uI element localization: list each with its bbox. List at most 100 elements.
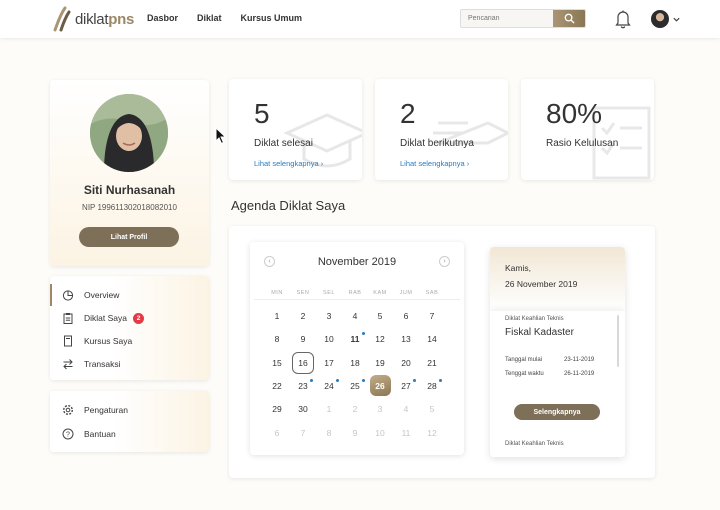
calendar-day[interactable]: 12 — [420, 424, 444, 442]
calendar-day[interactable]: 7 — [291, 424, 315, 442]
sidebar-item-label: Pengaturan — [84, 405, 128, 415]
nav-kursus-umum[interactable]: Kursus Umum — [241, 13, 303, 23]
calendar-day[interactable]: 22 — [265, 377, 289, 395]
stat-card-upcoming: 2 Diklat berikutnya Lihat selengkapnya › — [375, 79, 508, 180]
sidebar-item-label: Transaksi — [84, 359, 121, 369]
calendar-day[interactable]: 1 — [265, 307, 289, 325]
sidebar-item-overview[interactable]: Overview — [49, 284, 120, 306]
brand-logo[interactable]: diklatpns — [52, 6, 134, 32]
sidebar-item-pengaturan[interactable]: Pengaturan — [62, 404, 128, 416]
search-box — [460, 9, 586, 28]
profile-nip: NIP 199611302018082010 — [82, 203, 177, 212]
bell-icon[interactable] — [614, 9, 632, 29]
stat-value: 2 — [400, 98, 416, 129]
stat-label: Diklat selesai — [254, 138, 313, 149]
calendar-day[interactable]: 1 — [317, 400, 341, 418]
stat-label: Diklat berikutnya — [400, 138, 474, 149]
sidebar-item-diklat-saya[interactable]: Diklat Saya 2 — [62, 312, 144, 324]
sidebar-item-transaksi[interactable]: Transaksi — [62, 358, 121, 370]
stat-card-pass-rate: 80% Rasio Kelulusan — [521, 79, 654, 180]
help-icon: ? — [62, 428, 74, 440]
search-button[interactable] — [553, 10, 585, 27]
calendar-day[interactable]: 14 — [420, 330, 444, 348]
next-event-type: Diklat Keahlian Teknis — [505, 441, 564, 447]
event-card: Diklat Keahlian Teknis Fiskal Kadaster T… — [490, 311, 625, 457]
see-more-button[interactable]: Selengkapnya — [514, 404, 600, 420]
calendar-month: November 2019 — [317, 256, 397, 268]
stat-value: 5 — [254, 98, 270, 129]
weekday-label: MIN — [271, 290, 283, 296]
deadline-label: Tenggat waktu — [505, 371, 544, 377]
view-profile-button[interactable]: Lihat Profil — [79, 227, 179, 247]
calendar-day[interactable]: 21 — [420, 354, 444, 372]
event-dot — [362, 378, 365, 382]
calendar-day[interactable]: 12 — [368, 330, 392, 348]
calendar-day[interactable]: 10 — [368, 424, 392, 442]
weekday-label: RAB — [348, 290, 362, 296]
document-icon — [64, 335, 72, 347]
nav-diklat[interactable]: Diklat — [197, 13, 222, 23]
calendar-day[interactable]: 7 — [420, 307, 444, 325]
calendar-day[interactable]: 8 — [317, 424, 341, 442]
logo-text: diklatpns — [75, 10, 134, 28]
gear-icon — [62, 404, 74, 416]
selected-date: 26 November 2019 — [505, 279, 578, 289]
calendar-day[interactable]: 17 — [317, 354, 341, 372]
calendar-day[interactable]: 20 — [394, 354, 418, 372]
calendar-day[interactable]: 2 — [343, 400, 367, 418]
weekday-label: SEL — [323, 290, 335, 296]
calendar-day[interactable]: 9 — [343, 424, 367, 442]
calendar-day[interactable]: 15 — [265, 354, 289, 372]
calendar-day[interactable]: 3 — [317, 307, 341, 325]
calendar-day[interactable]: 10 — [317, 330, 341, 348]
sidebar-item-label: Kursus Saya — [84, 336, 133, 346]
stat-label: Rasio Kelulusan — [546, 138, 619, 149]
calendar-day[interactable]: 3 — [368, 400, 392, 418]
deadline-value: 26-11-2019 — [564, 371, 595, 377]
event-dot — [413, 378, 416, 382]
calendar-day[interactable]: 13 — [394, 330, 418, 348]
chevron-right-icon: › — [320, 159, 324, 168]
calendar-day[interactable]: 11 — [394, 424, 418, 442]
search-icon — [564, 13, 575, 24]
top-navbar: diklatpns Dasbor Diklat Kursus Umum — [0, 0, 720, 38]
calendar-day[interactable]: 5 — [420, 400, 444, 418]
sidebar-item-bantuan[interactable]: ? Bantuan — [62, 428, 116, 440]
see-more-link[interactable]: Lihat selengkapnya › — [400, 159, 469, 168]
calendar-day[interactable]: 6 — [265, 424, 289, 442]
svg-text:?: ? — [66, 432, 70, 439]
calendar-day[interactable]: 5 — [368, 307, 392, 325]
calendar-day[interactable]: 4 — [394, 400, 418, 418]
sidebar-item-label: Overview — [84, 290, 120, 300]
calendar-day[interactable]: 30 — [291, 400, 315, 418]
nav-dasbor[interactable]: Dasbor — [147, 13, 178, 23]
user-menu[interactable] — [651, 10, 681, 28]
sidebar-item-kursus-saya[interactable]: Kursus Saya — [62, 335, 132, 347]
settings-menu: Pengaturan ? Bantuan — [50, 391, 209, 452]
calendar-day[interactable]: 29 — [265, 400, 289, 418]
weekday-label: SAB — [425, 290, 439, 296]
calendar: ‹ November 2019 › MIN SEN SEL RAB KAM JUM SAB 1… — [250, 242, 464, 455]
search-input[interactable] — [461, 10, 553, 27]
stat-card-completed: 5 Diklat selesai Lihat selengkapnya › — [229, 79, 362, 180]
clipboard-icon — [63, 313, 73, 324]
profile-photo — [90, 94, 168, 172]
avatar — [651, 10, 669, 28]
scrollbar[interactable] — [617, 315, 619, 367]
chevron-down-icon — [673, 17, 680, 22]
mouse-cursor-icon — [215, 127, 227, 145]
calendar-day[interactable]: 2 — [291, 307, 315, 325]
calendar-day[interactable]: 18 — [343, 354, 367, 372]
sidebar-menu: Overview Diklat Saya 2 Kursus Saya Trans… — [49, 276, 209, 380]
calendar-day[interactable]: 6 — [394, 307, 418, 325]
calendar-day[interactable]: 19 — [368, 354, 392, 372]
notification-badge: 2 — [133, 312, 144, 324]
main-nav: Dasbor Diklat Kursus Umum — [147, 13, 302, 23]
see-more-link[interactable]: Lihat selengkapnya › — [254, 159, 323, 168]
calendar-day[interactable]: 9 — [291, 330, 315, 348]
calendar-day[interactable]: 26 — [369, 375, 391, 397]
calendar-day[interactable]: 16 — [292, 351, 314, 374]
calendar-day[interactable]: 4 — [343, 307, 367, 325]
next-month-button[interactable]: › — [439, 256, 450, 267]
calendar-day[interactable]: 8 — [265, 330, 289, 348]
